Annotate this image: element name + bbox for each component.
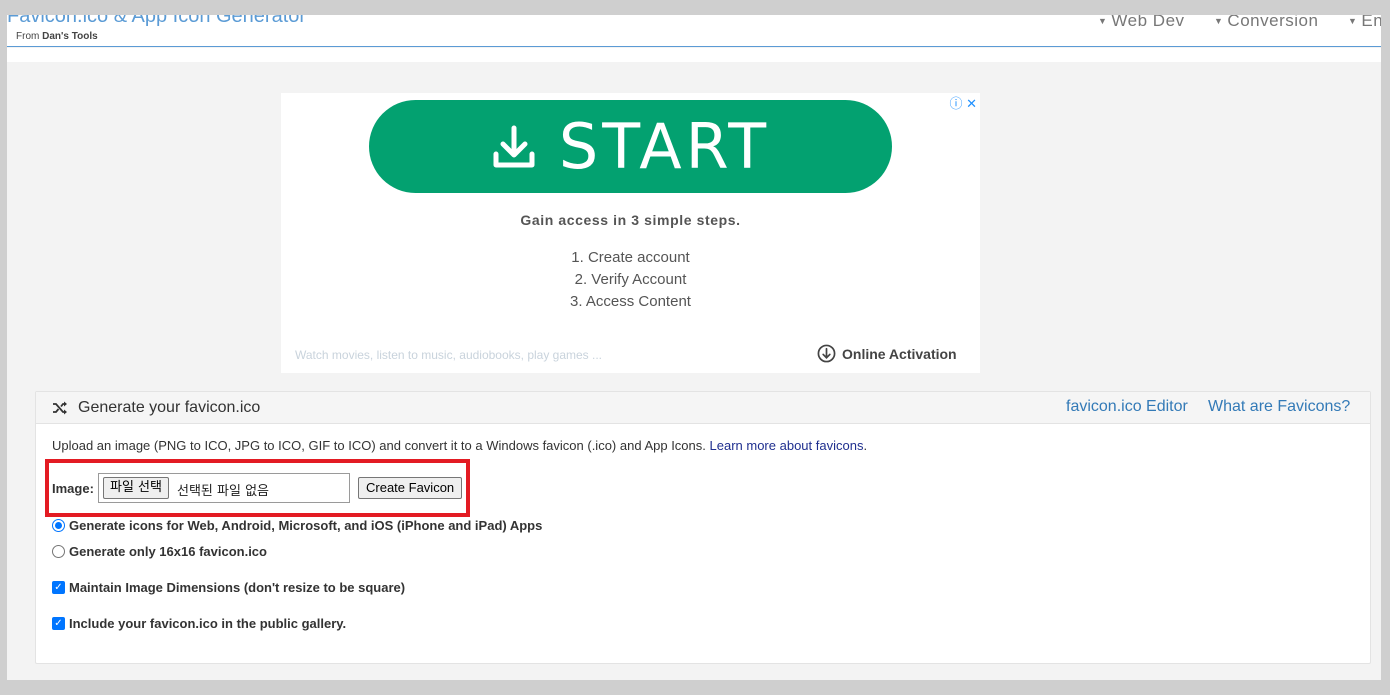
ad-start-label: START — [558, 110, 771, 183]
favicon-editor-link[interactable]: favicon.ico Editor — [1066, 398, 1188, 416]
page: Favicon.ico & App Icon Generator From Da… — [7, 15, 1381, 680]
choose-file-button[interactable]: 파일 선택 — [103, 477, 169, 499]
intro-text: Upload an image (PNG to ICO, JPG to ICO,… — [52, 438, 867, 453]
shuffle-icon — [53, 401, 67, 415]
download-circle-icon — [817, 344, 836, 363]
create-favicon-button[interactable]: Create Favicon — [358, 477, 463, 499]
nav-language-label: En — [1361, 15, 1381, 30]
what-are-favicons-link[interactable]: What are Favicons? — [1208, 398, 1350, 416]
option-label: Maintain Image Dimensions (don't resize … — [69, 580, 406, 595]
file-status: 선택된 파일 없음 — [177, 484, 269, 499]
option-label: Include your favicon.ico in the public g… — [69, 616, 347, 631]
option-public-gallery[interactable]: ✓ Include your favicon.ico in the public… — [52, 616, 346, 631]
intro-period: . — [863, 438, 868, 453]
caret-down-icon: ▼ — [1098, 16, 1108, 26]
image-label: Image: — [52, 481, 94, 496]
caret-down-icon: ▼ — [1214, 16, 1224, 26]
option-label: Generate icons for Web, Android, Microso… — [69, 518, 543, 533]
radio-button[interactable] — [52, 545, 65, 558]
ad-info-close-icon[interactable]: ⓘ ✕ — [949, 93, 977, 112]
ad-steps-title: Gain access in 3 simple steps. — [520, 212, 741, 228]
ad-brand[interactable]: Online Activation — [817, 344, 957, 363]
ad-step: 1. Create account — [571, 249, 690, 266]
generate-panel: Generate your favicon.ico favicon.ico Ed… — [35, 391, 1371, 664]
ad-banner[interactable]: ⓘ ✕ START Gain access in 3 simple steps.… — [281, 93, 980, 373]
checkbox[interactable]: ✓ — [52, 617, 65, 630]
option-all-icons[interactable]: Generate icons for Web, Android, Microso… — [52, 518, 542, 533]
checkbox[interactable]: ✓ — [52, 581, 65, 594]
site-title[interactable]: Favicon.ico & App Icon Generator — [7, 15, 306, 28]
option-maintain-dimensions[interactable]: ✓ Maintain Image Dimensions (don't resiz… — [52, 580, 405, 595]
ad-step: 2. Verify Account — [574, 271, 687, 288]
nav-conversion-label: Conversion — [1227, 15, 1319, 30]
panel-heading: Generate your favicon.ico favicon.ico Ed… — [36, 392, 1370, 424]
site-subtitle: From Dan's Tools — [16, 31, 98, 42]
panel-title: Generate your favicon.ico — [78, 399, 261, 416]
option-16x16-only[interactable]: Generate only 16x16 favicon.ico — [52, 544, 267, 559]
site-header: Favicon.ico & App Icon Generator From Da… — [7, 15, 1381, 47]
subtitle-brand[interactable]: Dan's Tools — [42, 31, 98, 42]
caret-down-icon: ▼ — [1348, 16, 1358, 26]
intro-body: Upload an image (PNG to ICO, JPG to ICO,… — [52, 438, 706, 453]
ad-step: 3. Access Content — [570, 293, 691, 310]
ad-footer-text: Watch movies, listen to music, audiobook… — [295, 348, 603, 362]
ad-start-button[interactable]: START — [369, 100, 892, 193]
nav-conversion[interactable]: ▼ Conversion — [1214, 15, 1318, 31]
option-label: Generate only 16x16 favicon.ico — [69, 544, 267, 559]
file-input[interactable]: 파일 선택 선택된 파일 없음 — [98, 473, 350, 503]
nav-language[interactable]: ▼ En — [1348, 15, 1381, 31]
ad-brand-label: Online Activation — [842, 345, 957, 362]
header-band — [7, 48, 1381, 62]
subtitle-prefix: From — [16, 31, 40, 42]
learn-more-link[interactable]: Learn more about favicons — [710, 438, 864, 453]
nav-web-dev[interactable]: ▼ Web Dev — [1098, 15, 1185, 31]
nav-web-dev-label: Web Dev — [1111, 15, 1185, 30]
radio-button[interactable] — [52, 519, 65, 532]
download-icon — [493, 125, 535, 167]
